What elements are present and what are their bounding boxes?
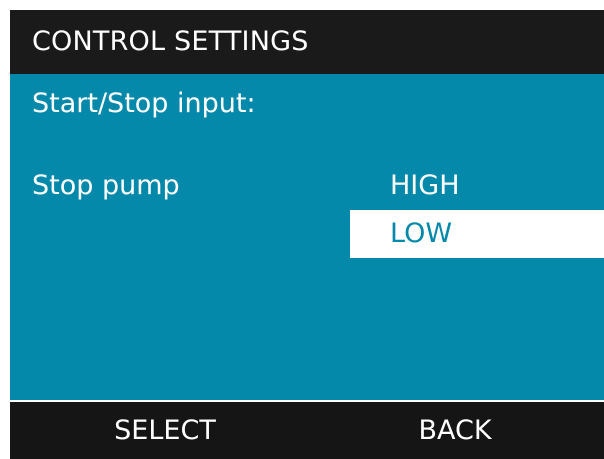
option-low-selected[interactable]: LOW <box>350 210 604 258</box>
section-subtitle: Start/Stop input: <box>32 88 256 119</box>
settings-panel: Start/Stop input: Stop pump HIGH LOW <box>10 74 604 400</box>
display-screen: CONTROL SETTINGS Start/Stop input: Stop … <box>10 10 604 459</box>
select-button[interactable]: SELECT <box>70 402 260 459</box>
option-high[interactable]: HIGH <box>350 162 604 210</box>
parameter-label: Stop pump <box>32 170 180 201</box>
softkey-bar: SELECT BACK <box>10 402 604 459</box>
device-bezel: CONTROL SETTINGS Start/Stop input: Stop … <box>0 0 604 459</box>
back-button[interactable]: BACK <box>370 402 540 459</box>
screen-title: CONTROL SETTINGS <box>10 10 604 74</box>
